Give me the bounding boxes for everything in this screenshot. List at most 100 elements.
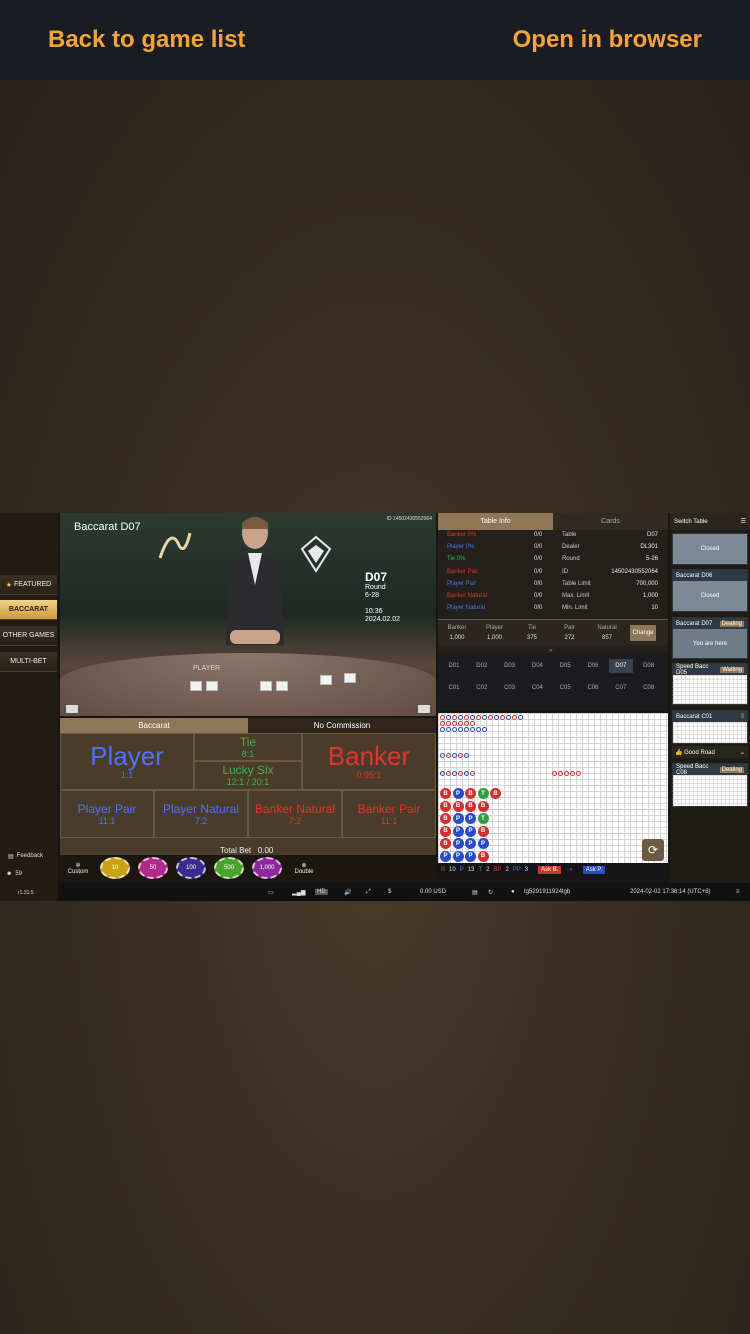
ask-indicator-icon: ○● (565, 867, 573, 873)
video-settings-icon[interactable] (66, 705, 78, 713)
road-ring (452, 753, 457, 758)
table-d02[interactable]: D02 (470, 659, 494, 673)
switch-card[interactable]: Speed Bacc D05 Waiting (672, 663, 748, 705)
table-d08[interactable]: D08 (637, 659, 661, 673)
card (260, 681, 272, 691)
bet-player-pair-label: Player Pair (77, 801, 137, 816)
chip-10[interactable]: 10 (100, 857, 130, 879)
switch-card[interactable]: Baccarat D06 Closed (672, 569, 748, 612)
road-ring (458, 771, 463, 776)
table-c07[interactable]: C07 (609, 681, 633, 695)
change-limit-button[interactable]: Change (630, 625, 656, 641)
stat-key: T (478, 867, 483, 873)
switch-card-state: Dealing (719, 620, 744, 627)
bet-banker-natural[interactable]: Banker Natural 7:2 (248, 790, 342, 838)
custom-chip-button[interactable]: ✲ Custom (64, 862, 92, 875)
screen-icon[interactable]: ▭ (268, 889, 274, 896)
feedback-button[interactable]: ▤ Feedback (8, 853, 43, 860)
thumbs-up-icon: 👍 (675, 749, 683, 756)
good-road-label: Good Road (684, 749, 715, 756)
nav-baccarat[interactable]: BACCARAT (0, 600, 57, 620)
history-icon[interactable]: ▤ (472, 889, 478, 896)
ask-banker-button[interactable]: Ask B. (538, 866, 562, 874)
table-c02[interactable]: C02 (470, 681, 494, 695)
switch-card-status: Closed (673, 534, 747, 564)
bead-b: B (440, 825, 451, 837)
version-label: r1.31.5 (18, 890, 34, 896)
hd-toggle[interactable]: HD (315, 889, 328, 895)
table-c03[interactable]: C03 (498, 681, 522, 695)
tab-baccarat[interactable]: Baccarat (60, 718, 248, 733)
table-c06[interactable]: C06 (581, 681, 605, 695)
switch-card-state: 3 (740, 713, 744, 720)
nav-featured[interactable]: ★ FEATURED (0, 575, 57, 595)
table-d05[interactable]: D05 (553, 659, 577, 673)
coin-icon: $ (388, 889, 392, 895)
tab-table-info[interactable]: Table Info (438, 513, 553, 530)
tab-no-commission[interactable]: No Commission (248, 718, 436, 733)
detail-value: D07 (646, 532, 658, 538)
bet-player-pair[interactable]: Player Pair 11:1 (60, 790, 154, 838)
limit-value: 857 (601, 635, 612, 641)
menu-icon[interactable]: ≡ (736, 889, 740, 895)
bet-lucky-odds: 12:1 / 20:1 (226, 777, 270, 787)
stat-count: 3 (524, 867, 529, 873)
table-c08[interactable]: C08 (637, 681, 661, 695)
detail-label: Table (562, 532, 577, 538)
stat-value: 0/0 (534, 605, 543, 612)
road-stats: B 10 P 13 T 2 BP 2 PP 3 Ask B. ○● Ask P. (438, 863, 668, 877)
switch-card[interactable]: Speed Bacc C08 Dealing (672, 763, 748, 807)
bet-player[interactable]: Player 1:1 (60, 733, 194, 790)
table-d03[interactable]: D03 (498, 659, 522, 673)
volume-icon[interactable]: 🔊 (344, 889, 351, 896)
table-c01[interactable]: C01 (442, 681, 466, 695)
bet-player-odds: 1:1 (120, 770, 134, 780)
filter-icon[interactable]: ☰ (741, 518, 746, 525)
nav-other-label: OTHER GAMES (2, 632, 55, 639)
refresh-icon[interactable]: ↻ (488, 889, 493, 896)
bet-player-natural[interactable]: Player Natural 7:2 (154, 790, 248, 838)
limit-label: Pair (564, 625, 575, 631)
bet-banker-pair[interactable]: Banker Pair 11:1 (342, 790, 436, 838)
chip-100[interactable]: 100 (176, 857, 206, 879)
table-d04[interactable]: D04 (525, 659, 549, 673)
back-to-game-list-link[interactable]: Back to game list (48, 26, 245, 54)
bead-t: T (477, 813, 489, 824)
table-d01[interactable]: D01 (442, 659, 466, 673)
ask-player-button[interactable]: Ask P. (582, 866, 606, 874)
bet-tie[interactable]: Tie 8:1 (194, 733, 302, 761)
stat-label: Banker Pair (447, 568, 479, 575)
fullscreen-icon[interactable]: ⤢ (366, 889, 371, 896)
switch-card[interactable]: Baccarat C01 3 (672, 710, 748, 744)
stat-value: 0/0 (534, 556, 543, 563)
bead-p: P (452, 838, 464, 849)
switch-card[interactable]: Closed (672, 533, 748, 565)
chip-50[interactable]: 50 (138, 857, 168, 879)
road-ring (440, 721, 445, 726)
card (320, 675, 332, 685)
stat-key: B (441, 867, 446, 873)
table-c05[interactable]: C05 (553, 681, 577, 695)
road-ring (446, 771, 451, 776)
tab-cards[interactable]: Cards (553, 513, 668, 530)
good-road-dropdown[interactable]: 👍 Good Road ⌄ (672, 746, 748, 758)
bead-p: P (452, 825, 464, 837)
nav-other-games[interactable]: OTHER GAMES (0, 626, 57, 646)
chevron-down-icon[interactable]: ⌄ (548, 645, 554, 653)
total-bet-value: 0.00 (257, 846, 274, 855)
camera-icon[interactable] (418, 705, 430, 713)
nav-multi-bet[interactable]: MULTI-BET (0, 652, 57, 672)
chip-1000[interactable]: 1,000 (252, 857, 282, 879)
chip-500[interactable]: 500 (214, 857, 244, 879)
bead-p: P (477, 838, 489, 849)
switch-card-current[interactable]: Baccarat D07 Dealing You are here (672, 617, 748, 659)
double-button[interactable]: ⊗ Double (290, 862, 318, 875)
table-d07[interactable]: D07 (608, 659, 633, 673)
bet-banker[interactable]: Banker 0.95:1 (302, 733, 436, 790)
open-in-browser-link[interactable]: Open in browser (513, 26, 702, 54)
road-ring (458, 715, 463, 720)
table-d06[interactable]: D06 (581, 659, 605, 673)
road-toggle-icon[interactable]: ⟳ (642, 839, 664, 861)
bet-lucky-six[interactable]: Lucky Six 12:1 / 20:1 (194, 761, 302, 790)
table-c04[interactable]: C04 (525, 681, 549, 695)
